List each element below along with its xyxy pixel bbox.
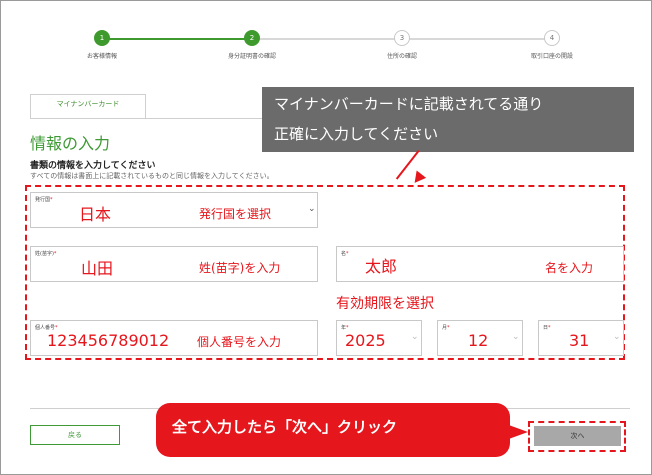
chevron-down-icon: ⌄ bbox=[613, 332, 621, 342]
annotation-callout-bottom-text: 全て入力したら「次へ」クリック bbox=[172, 418, 398, 436]
next-button[interactable]: 次へ bbox=[534, 426, 621, 446]
issuing-country-select[interactable]: 発行国* 日本 発行国を選択 ⌄ bbox=[30, 192, 318, 228]
issuing-country-hint: 発行国を選択 bbox=[199, 207, 272, 221]
expiry-month-label: 月* bbox=[442, 325, 450, 331]
step-2-label: 身分証明書の確認 bbox=[227, 53, 277, 60]
step-connector-done bbox=[106, 38, 252, 40]
step-3-indicator: 3 bbox=[394, 30, 410, 46]
annotation-callout-tail bbox=[506, 424, 528, 440]
expiry-month-select[interactable]: 月* 12 ⌄ bbox=[437, 320, 523, 356]
surname-hint: 姓(苗字)を入力 bbox=[199, 261, 281, 275]
surname-label: 姓(苗字)* bbox=[35, 251, 57, 257]
expiry-year-select[interactable]: 年* 2025 ⌄ bbox=[336, 320, 422, 356]
back-button[interactable]: 戻る bbox=[30, 425, 120, 445]
step-2-indicator: 2 bbox=[244, 30, 260, 46]
given-name-field[interactable]: 名* 太郎 名を入力 bbox=[336, 246, 624, 282]
expiry-day-select[interactable]: 日* 31 ⌄ bbox=[538, 320, 624, 356]
step-1-indicator: 1 bbox=[94, 30, 110, 46]
step-3-label: 住所の確認 bbox=[386, 53, 418, 60]
issuing-country-label: 発行国* bbox=[35, 197, 53, 203]
expiry-date-label: 有効期限を選択 bbox=[336, 296, 434, 312]
step-4-indicator: 4 bbox=[544, 30, 560, 46]
annotation-callout-bottom: 全て入力したら「次へ」クリック bbox=[156, 403, 510, 457]
step-4-label: 取引口座の開設 bbox=[530, 53, 574, 60]
id-number-value: 123456789012 bbox=[47, 331, 170, 350]
given-name-hint: 名を入力 bbox=[545, 261, 594, 275]
given-name-value: 太郎 bbox=[365, 257, 398, 276]
expiry-year-value: 2025 bbox=[345, 331, 386, 350]
tab-mynumber-card[interactable]: マイナンバーカード bbox=[30, 94, 146, 119]
id-number-label: 個人番号* bbox=[35, 325, 58, 331]
instruction-text: すべての情報は書面上に記載されているものと同じ情報を入力してください。 bbox=[30, 172, 274, 180]
id-number-field[interactable]: 個人番号* 123456789012 個人番号を入力 bbox=[30, 320, 318, 356]
annotation-callout-line-2: 正確に入力してください bbox=[274, 125, 439, 143]
chevron-down-icon: ⌄ bbox=[512, 332, 520, 342]
annotation-callout-line-1: マイナンバーカードに記載されてる通り bbox=[274, 95, 544, 113]
chevron-down-icon: ⌄ bbox=[308, 204, 316, 214]
expiry-day-value: 31 bbox=[569, 331, 590, 350]
id-number-hint: 個人番号を入力 bbox=[197, 335, 282, 349]
section-title: 情報の入力 bbox=[30, 134, 111, 153]
instruction-heading: 書類の情報を入力してください bbox=[30, 161, 156, 171]
expiry-year-label: 年* bbox=[341, 325, 349, 331]
issuing-country-value: 日本 bbox=[79, 205, 112, 224]
chevron-down-icon: ⌄ bbox=[411, 332, 419, 342]
given-name-label: 名* bbox=[341, 251, 349, 257]
surname-value: 山田 bbox=[81, 259, 114, 278]
expiry-day-label: 日* bbox=[543, 325, 551, 331]
surname-field[interactable]: 姓(苗字)* 山田 姓(苗字)を入力 bbox=[30, 246, 318, 282]
annotation-callout-top: マイナンバーカードに記載されてる通り 正確に入力してください bbox=[262, 87, 634, 152]
expiry-month-value: 12 bbox=[468, 331, 489, 350]
step-1-label: お客様情報 bbox=[86, 53, 118, 60]
